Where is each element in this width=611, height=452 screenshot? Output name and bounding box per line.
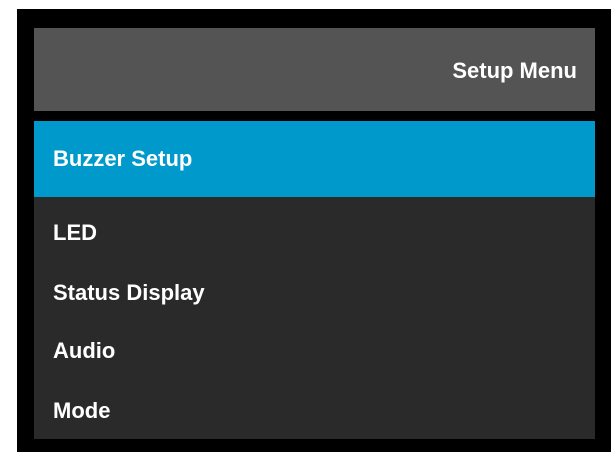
menu-item-led[interactable]: LED xyxy=(34,203,595,263)
menu-item-label: LED xyxy=(53,220,97,245)
menu-item-label: Audio xyxy=(53,338,116,363)
menu-item-label: Status Display xyxy=(53,280,205,305)
setup-menu-list: Buzzer Setup LED Status Display Audio Mo… xyxy=(34,121,595,439)
device-screen: Setup Menu Buzzer Setup LED Status Displ… xyxy=(17,9,611,452)
menu-item-audio[interactable]: Audio xyxy=(34,321,595,381)
menu-item-label: Buzzer Setup xyxy=(53,146,193,171)
menu-title: Setup Menu xyxy=(452,57,577,83)
menu-header: Setup Menu xyxy=(34,28,595,111)
menu-item-label: Mode xyxy=(53,398,111,423)
menu-item-mode[interactable]: Mode xyxy=(34,381,595,441)
menu-item-buzzer-setup[interactable]: Buzzer Setup xyxy=(34,121,595,197)
menu-item-status-display[interactable]: Status Display xyxy=(34,263,595,323)
